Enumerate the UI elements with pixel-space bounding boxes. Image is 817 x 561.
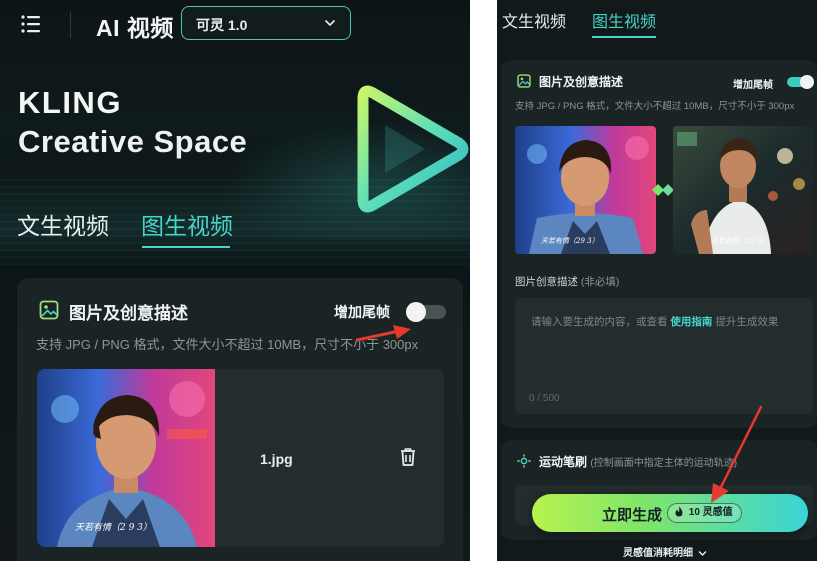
trash-icon[interactable] <box>399 447 417 467</box>
model-select-value: 可灵 1.0 <box>196 17 248 33</box>
tail-frame-toggle[interactable] <box>406 302 446 322</box>
top-bar: AI 视频 可灵 1.0 <box>0 0 470 50</box>
portrait-image: 天若有情（29 3） <box>673 126 813 254</box>
uploaded-filename: 1.jpg <box>260 451 293 467</box>
app-title: AI 视频 <box>96 15 174 41</box>
image-description-card: 图片及创意描述 增加尾帧 支持 JPG / PNG 格式，文件大小不超过 10M… <box>501 60 817 428</box>
prompt-textarea[interactable]: 请输入要生成的内容，或查看 使用指南 提升生成效果 0 / 500 <box>515 298 813 414</box>
desc-optional: (非必填) <box>580 276 620 288</box>
tail-frame-label: 增加尾帧 <box>334 304 390 320</box>
right-screenshot-panel: 文生视频 图生视频 图片及创意描述 增加尾帧 支持 JPG / PNG 格式，文… <box>497 0 817 561</box>
chevron-down-icon <box>324 19 336 27</box>
photo-caption: 天若有情（2 9 3） <box>75 522 152 533</box>
topbar-divider <box>70 12 71 38</box>
play-logo-icon <box>357 85 469 213</box>
menu-icon[interactable] <box>20 13 42 35</box>
tab-text-to-video[interactable]: 文生视频 <box>17 207 109 241</box>
portrait-image: 天若有情（2 9 3） <box>37 369 215 547</box>
tab-text-to-video[interactable]: 文生视频 <box>502 8 566 32</box>
tab-image-to-video[interactable]: 图生视频 <box>592 8 656 32</box>
toggle-knob <box>800 75 814 89</box>
card-title: 图片及创意描述 <box>69 304 188 323</box>
image-description-card: 图片及创意描述 增加尾帧 支持 JPG / PNG 格式，文件大小不超过 10M… <box>17 278 463 561</box>
placeholder-suffix: 提升生成效果 <box>715 316 779 328</box>
desc-label-text: 图片创意描述 <box>515 276 578 288</box>
prompt-placeholder: 请输入要生成的内容，或查看 使用指南 提升生成效果 <box>531 314 778 329</box>
flame-icon <box>675 506 683 517</box>
active-tab-indicator <box>592 36 656 38</box>
guide-link[interactable]: 使用指南 <box>670 316 712 328</box>
uploaded-photo: 天若有情（2 9 3） <box>37 369 215 547</box>
brand-line-2: Creative Space <box>18 124 248 159</box>
char-counter: 0 / 500 <box>529 393 560 404</box>
tail-frame-toggle[interactable] <box>787 75 814 89</box>
desc-label: 图片创意描述 (非必填) <box>515 274 619 289</box>
image-icon <box>517 74 531 88</box>
cost-value: 10 灵感值 <box>688 507 733 518</box>
chevron-down-icon <box>698 551 707 556</box>
uploaded-image-box[interactable]: 天若有情（2 9 3） 1.jpg <box>37 369 444 547</box>
portrait-image: 天若有情（29 3） <box>515 126 656 254</box>
tab-image-to-video[interactable]: 图生视频 <box>141 207 233 241</box>
annotation-arrow <box>711 405 763 503</box>
motion-brush-icon <box>517 454 531 468</box>
panel-gap <box>470 0 497 561</box>
annotation-arrow <box>355 325 411 342</box>
tail-frame-photo[interactable]: 天若有情（29 3） <box>673 126 813 254</box>
model-select[interactable]: 可灵 1.0 <box>181 6 351 40</box>
photo-caption: 天若有情（29 3） <box>711 237 769 245</box>
toggle-knob <box>406 302 426 322</box>
card-title: 图片及创意描述 <box>539 75 624 89</box>
cost-badge: 10 灵感值 <box>667 503 742 523</box>
motion-brush-label: 运动笔刷 <box>539 455 588 469</box>
generate-button-label: 立即生成 <box>602 507 663 524</box>
first-frame-photo[interactable]: 天若有情（29 3） <box>515 126 656 254</box>
upload-hint: 支持 JPG / PNG 格式，文件大小不超过 10MB，尺寸不小于 300px <box>515 101 795 112</box>
photo-caption: 天若有情（29 3） <box>541 237 599 245</box>
brand-line-1: KLING <box>18 85 122 120</box>
credit-details-link[interactable]: 灵感值消耗明细 <box>623 544 707 559</box>
image-icon <box>39 300 59 320</box>
active-tab-indicator <box>142 246 230 248</box>
left-screenshot-panel: AI 视频 可灵 1.0 KLING Creative Space 文生视频 图… <box>0 0 470 561</box>
credit-details-label: 灵感值消耗明细 <box>623 548 693 559</box>
tail-frame-label: 增加尾帧 <box>733 80 773 91</box>
placeholder-prefix: 请输入要生成的内容，或查看 <box>531 316 668 328</box>
